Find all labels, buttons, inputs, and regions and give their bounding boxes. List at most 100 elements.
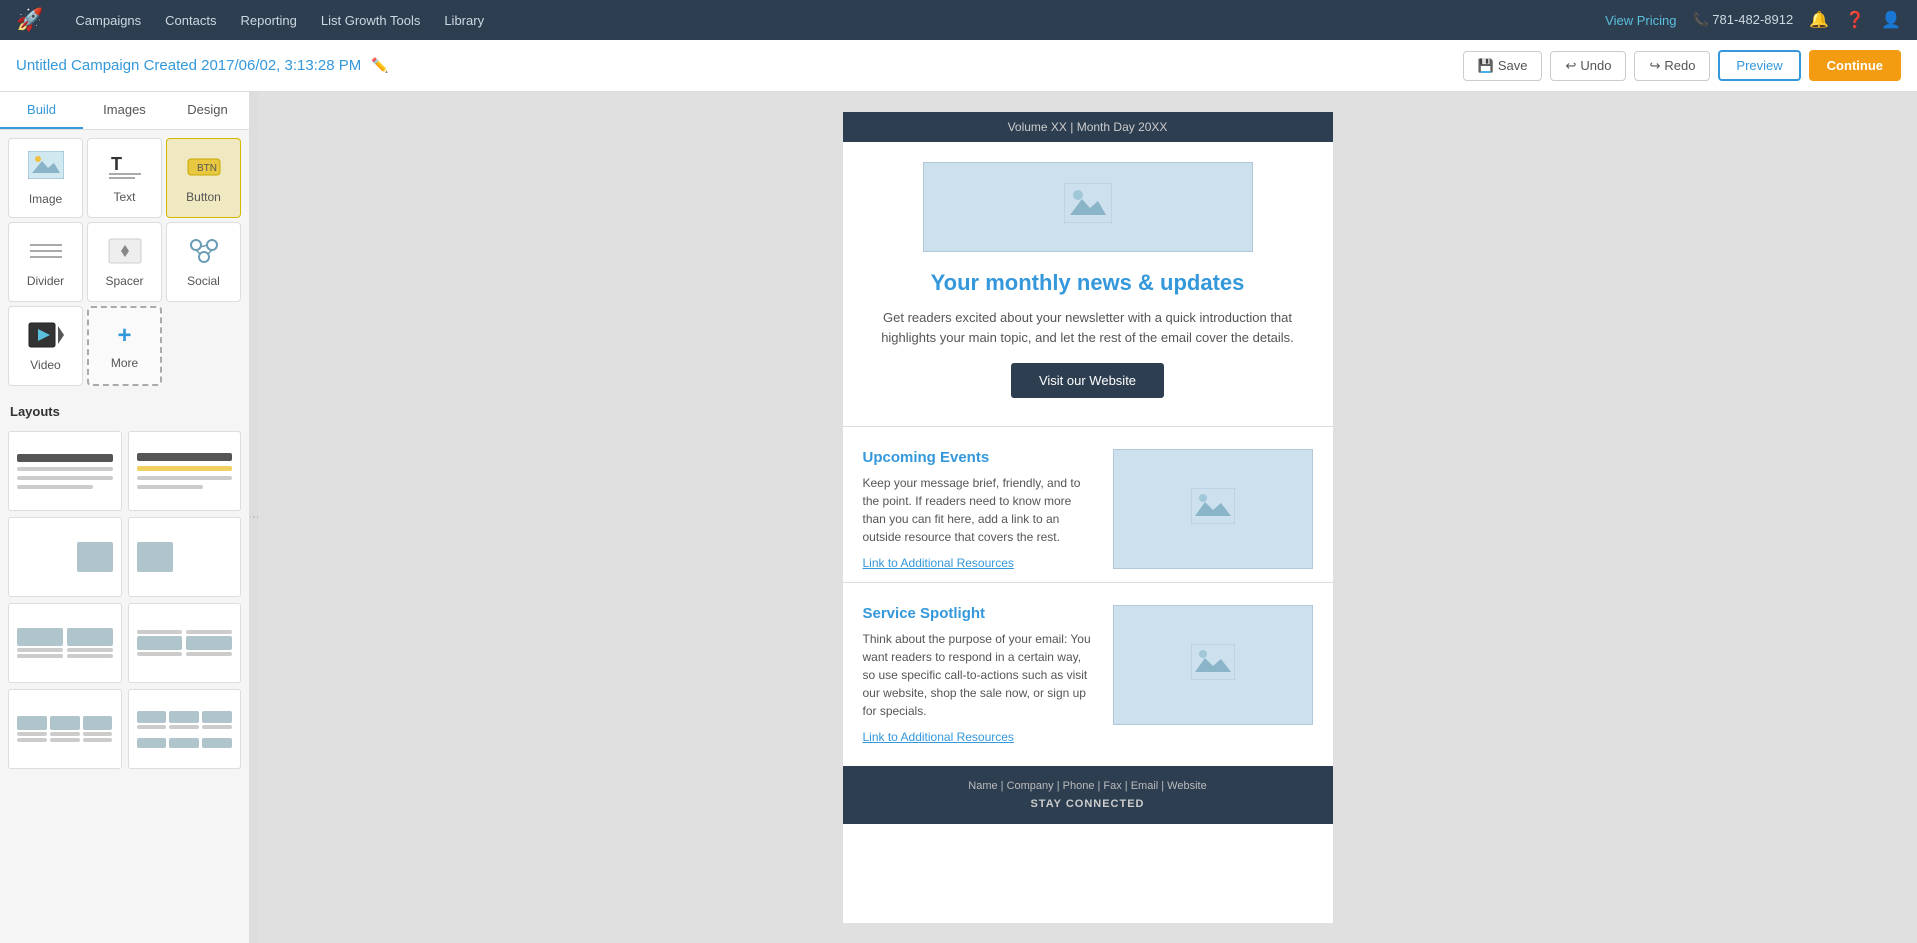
app-logo: 🚀 [16,7,43,33]
hero-button[interactable]: Visit our Website [1011,363,1164,398]
top-navigation: 🚀 Campaigns Contacts Reporting List Grow… [0,0,1917,40]
edit-title-icon[interactable]: ✏️ [371,57,388,74]
section-divider-2 [843,582,1333,583]
block-spacer[interactable]: Spacer [87,222,162,302]
block-divider-label: Divider [27,274,64,288]
layout-single-text[interactable] [8,431,122,511]
upcoming-events-text: Upcoming Events Keep your message brief,… [863,449,1097,572]
layouts-grid [0,425,249,775]
upcoming-events-image[interactable] [1113,449,1313,569]
service-spotlight-section: Service Spotlight Think about the purpos… [843,595,1333,756]
campaign-title-text: Untitled Campaign Created 2017/06/02, 3:… [16,57,361,74]
main-layout: Build Images Design Image [0,92,1917,943]
button-block-icon: BTN [186,153,222,184]
user-icon[interactable]: 👤 [1881,10,1901,30]
upcoming-events-image-icon [1191,488,1235,531]
upcoming-events-link[interactable]: Link to Additional Resources [863,556,1014,570]
undo-button[interactable]: ↩ Undo [1550,51,1626,81]
block-more-label: More [111,356,138,370]
panel-tabs: Build Images Design [0,92,249,130]
email-header: Volume XX | Month Day 20XX [843,112,1333,142]
toolbar-actions: 💾 Save ↩ Undo ↪ Redo Preview Continue [1463,50,1901,81]
block-social[interactable]: Social [166,222,241,302]
resize-handle[interactable]: ⋮ [250,92,258,943]
service-spotlight-link[interactable]: Link to Additional Resources [863,730,1014,744]
layout-image-text[interactable] [128,517,242,597]
email-footer: Name | Company | Phone | Fax | Email | W… [843,766,1333,824]
upcoming-events-section: Upcoming Events Keep your message brief,… [843,439,1333,582]
service-spotlight-body: Think about the purpose of your email: Y… [863,630,1097,720]
block-text[interactable]: T Text [87,138,162,218]
block-video-label: Video [30,358,60,372]
svg-text:BTN: BTN [197,163,217,174]
spacer-block-icon [107,237,143,268]
block-button-label: Button [186,190,221,204]
image-block-icon [28,151,64,186]
nav-campaigns[interactable]: Campaigns [75,13,141,28]
toolbar: Untitled Campaign Created 2017/06/02, 3:… [0,40,1917,92]
block-social-label: Social [187,274,220,288]
hero-image-icon [1064,183,1112,231]
email-preview: Volume XX | Month Day 20XX [843,112,1333,923]
layout-text-rows[interactable] [128,689,242,769]
layout-text-highlight[interactable] [128,431,242,511]
undo-icon: ↩ [1565,58,1576,74]
layouts-section-label: Layouts [0,394,249,425]
block-video[interactable]: Video [8,306,83,386]
continue-button[interactable]: Continue [1809,50,1901,81]
phone-icon: 📞 [1692,12,1708,27]
nav-reporting[interactable]: Reporting [240,13,296,28]
social-block-icon [186,237,222,268]
nav-contacts[interactable]: Contacts [165,13,216,28]
block-more[interactable]: + More [87,306,162,386]
save-icon: 💾 [1478,58,1494,74]
help-icon[interactable]: ❓ [1845,10,1865,30]
email-footer-contact: Name | Company | Phone | Fax | Email | W… [853,780,1323,792]
phone-number: 📞 781-482-8912 [1692,12,1793,28]
block-text-label: Text [113,190,135,204]
block-image[interactable]: Image [8,138,83,218]
layout-text-image[interactable] [8,517,122,597]
preview-button[interactable]: Preview [1718,50,1800,81]
nav-list-growth-tools[interactable]: List Growth Tools [321,13,420,28]
section-divider-1 [843,426,1333,427]
video-block-icon [28,321,64,352]
canvas-area: Volume XX | Month Day 20XX [258,92,1917,943]
hero-text: Get readers excited about your newslette… [878,308,1298,347]
layout-two-col-alt[interactable] [128,603,242,683]
divider-block-icon [28,237,64,268]
block-divider[interactable]: Divider [8,222,83,302]
service-spotlight-image-icon [1191,644,1235,687]
save-button[interactable]: 💾 Save [1463,51,1543,81]
hero-section: Your monthly news & updates Get readers … [843,142,1333,426]
hero-title: Your monthly news & updates [931,270,1245,296]
blocks-grid: Image T Text BTN [0,130,249,394]
hero-image[interactable] [923,162,1253,252]
text-block-icon: T [107,152,143,184]
upcoming-events-body: Keep your message brief, friendly, and t… [863,474,1097,546]
service-spotlight-image[interactable] [1113,605,1313,725]
service-spotlight-title: Service Spotlight [863,605,1097,622]
layout-three-col[interactable] [8,689,122,769]
email-footer-stay: STAY CONNECTED [853,798,1323,810]
svg-text:T: T [111,154,122,174]
block-button[interactable]: BTN Button [166,138,241,218]
redo-button[interactable]: ↪ Redo [1634,51,1710,81]
email-header-text: Volume XX | Month Day 20XX [1008,120,1168,134]
service-spotlight-text: Service Spotlight Think about the purpos… [863,605,1097,746]
redo-icon: ↪ [1649,58,1660,74]
notifications-icon[interactable]: 🔔 [1809,10,1829,30]
tab-images[interactable]: Images [83,92,166,129]
tab-build[interactable]: Build [0,92,83,129]
more-block-icon: + [117,322,131,350]
email-body: Your monthly news & updates Get readers … [843,142,1333,756]
layout-two-col-icons[interactable] [8,603,122,683]
block-spacer-label: Spacer [105,274,143,288]
tab-design[interactable]: Design [166,92,249,129]
nav-library[interactable]: Library [444,13,484,28]
left-panel: Build Images Design Image [0,92,250,943]
upcoming-events-title: Upcoming Events [863,449,1097,466]
block-image-label: Image [29,192,62,206]
view-pricing-link[interactable]: View Pricing [1605,13,1676,28]
campaign-title-container: Untitled Campaign Created 2017/06/02, 3:… [16,57,1455,74]
